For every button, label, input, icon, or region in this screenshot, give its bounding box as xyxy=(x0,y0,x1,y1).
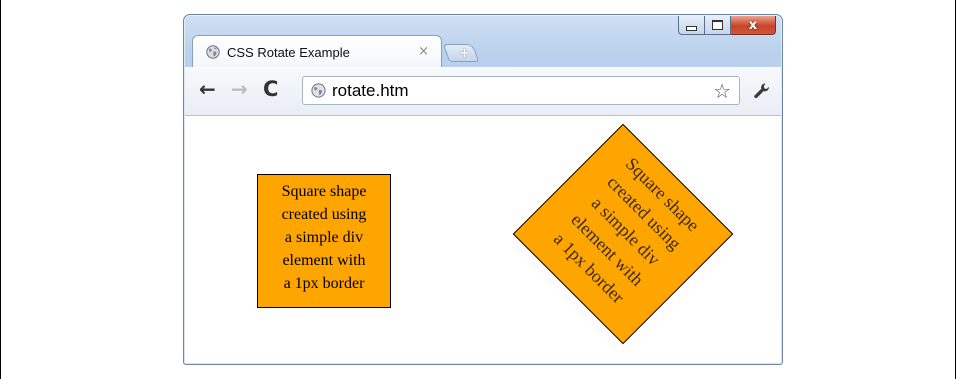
browser-window: x CSS Rotate Example × + ← → C rotate.ht… xyxy=(183,14,783,365)
toolbar: ← → C rotate.htm ☆ xyxy=(185,67,781,116)
tab-close-icon[interactable]: × xyxy=(418,44,429,59)
wrench-icon[interactable] xyxy=(752,81,772,101)
minimize-button[interactable] xyxy=(678,16,705,35)
square-line: element with xyxy=(282,252,366,269)
minimize-icon xyxy=(686,25,697,31)
square-line: a 1px border xyxy=(283,275,365,292)
square-line: Square shape xyxy=(281,183,367,200)
square-line: created using xyxy=(281,206,367,223)
tab-css-rotate-example[interactable]: CSS Rotate Example × xyxy=(192,35,442,68)
image-border-left xyxy=(0,0,1,379)
bookmark-star-icon[interactable]: ☆ xyxy=(713,79,731,103)
square-div: Square shape created using a simple div … xyxy=(257,174,391,308)
window-controls: x xyxy=(678,16,776,36)
maximize-icon xyxy=(712,20,723,30)
back-button[interactable]: ← xyxy=(199,78,216,100)
close-window-button[interactable]: x xyxy=(731,16,776,35)
tab-title: CSS Rotate Example xyxy=(227,45,350,60)
square-line: a simple div xyxy=(284,229,364,246)
reload-button[interactable]: C xyxy=(263,78,278,100)
forward-button[interactable]: → xyxy=(231,78,248,100)
close-icon: x xyxy=(748,17,758,33)
globe-icon xyxy=(206,45,220,59)
new-tab-icon: + xyxy=(459,46,470,61)
page-globe-icon xyxy=(311,83,326,98)
rotated-square-div: Square shape created using a simple div … xyxy=(512,123,734,345)
address-bar[interactable]: rotate.htm ☆ xyxy=(302,76,740,105)
maximize-button[interactable] xyxy=(705,16,731,35)
url-text: rotate.htm xyxy=(332,81,409,100)
page-content: Square shape created using a simple div … xyxy=(185,116,781,363)
